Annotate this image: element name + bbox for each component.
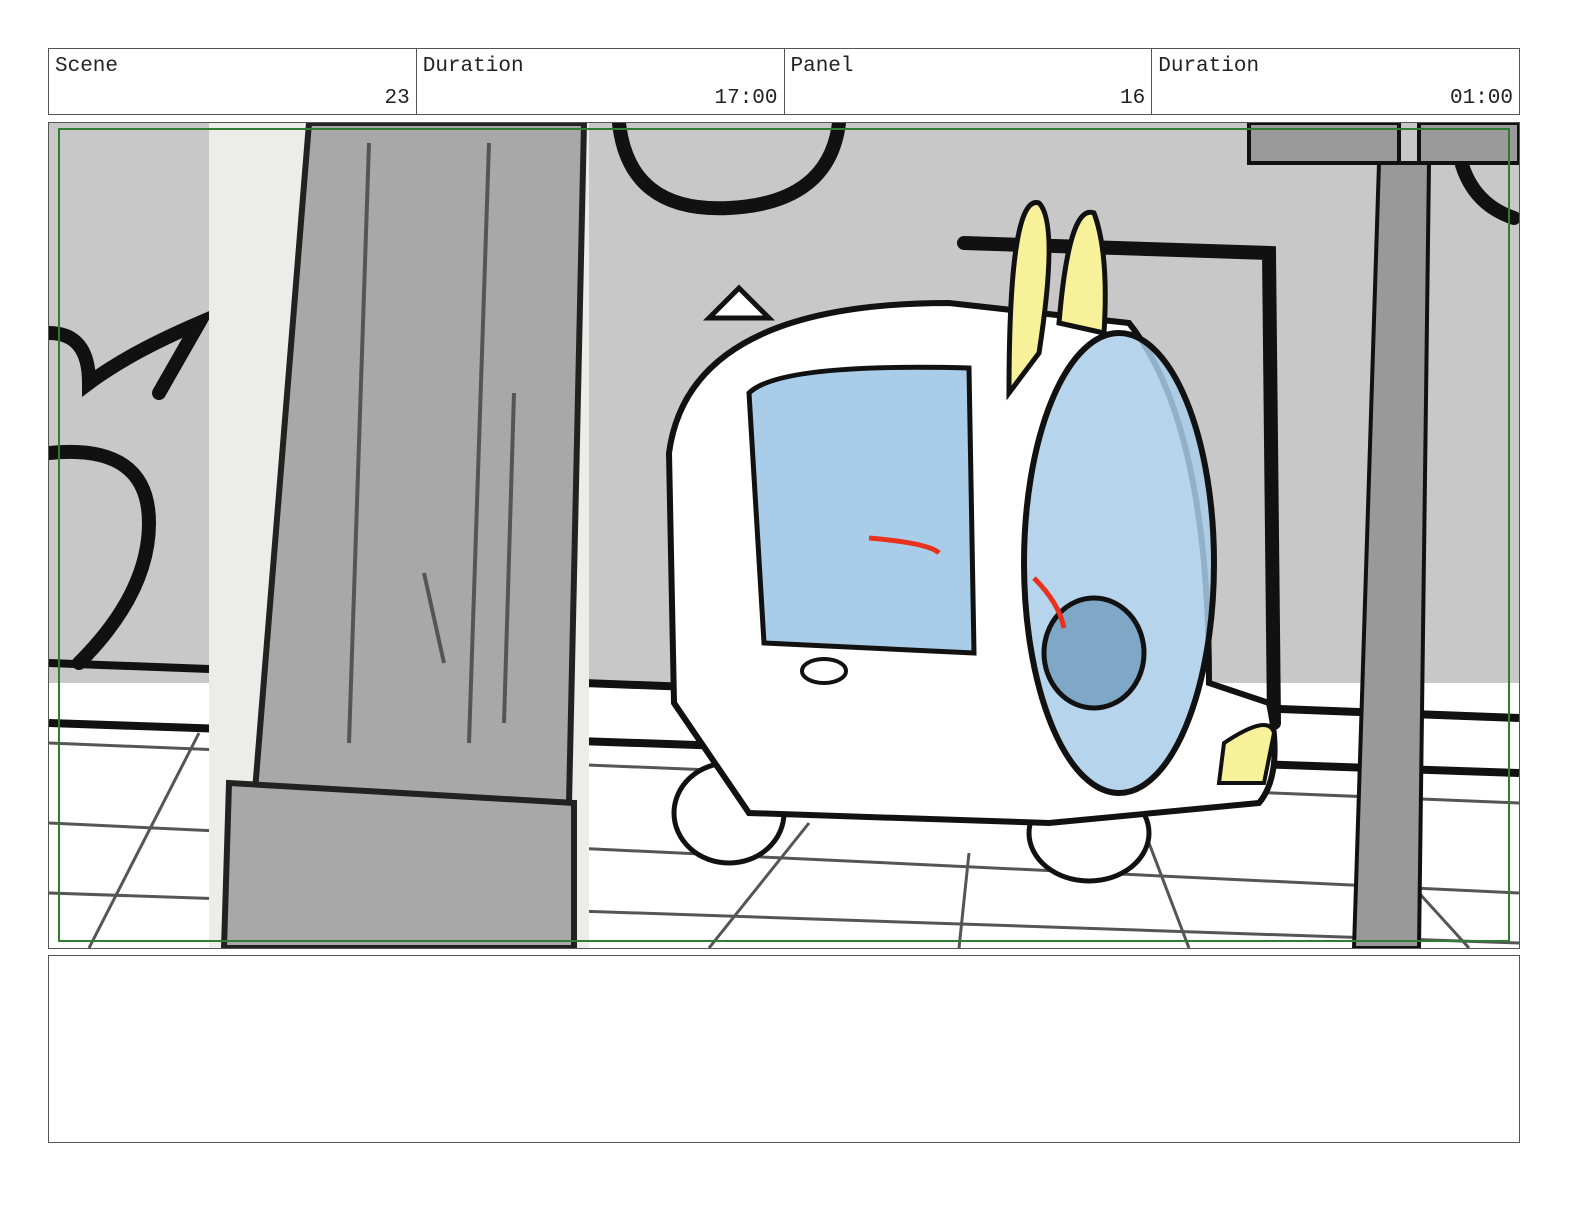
panel-notes[interactable] [48, 955, 1520, 1143]
panel-cell: Panel 16 [785, 49, 1153, 114]
scene-duration-label: Duration [422, 55, 524, 78]
scene-number: 23 [384, 87, 410, 110]
panel-number: 16 [1120, 87, 1146, 110]
panel-duration-value: 01:00 [1449, 87, 1513, 110]
panel-duration-label: Duration [1158, 55, 1260, 78]
pillar [209, 123, 589, 948]
storyboard-frame [48, 122, 1520, 949]
panel-header: Scene 23 Duration 17:00 Panel 16 Duratio… [48, 48, 1520, 115]
panel-duration-cell: Duration 01:00 [1152, 49, 1519, 114]
panel-label: Panel [790, 55, 854, 78]
scene-duration-value: 17:00 [714, 87, 778, 110]
scene-cell: Scene 23 [49, 49, 417, 114]
panel-drawing [49, 123, 1519, 948]
scene-duration-cell: Duration 17:00 [417, 49, 785, 114]
scene-label: Scene [55, 55, 119, 78]
